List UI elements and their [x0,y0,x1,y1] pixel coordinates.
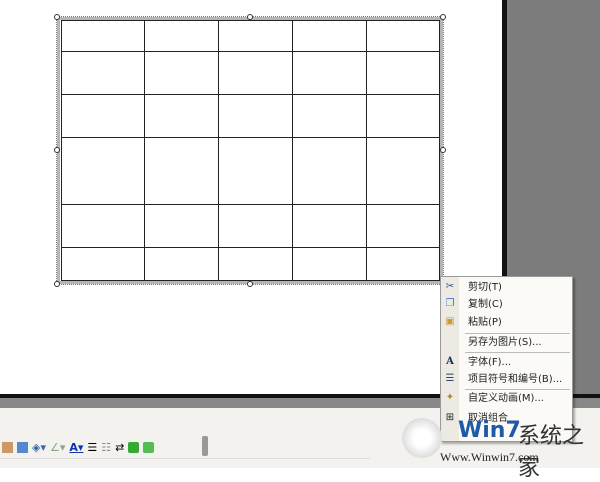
menu-item-cut[interactable]: ✂ 剪切(T) [441,279,574,296]
scissors-icon: ✂ [445,281,455,292]
menu-separator [465,352,570,353]
table-border [61,20,62,281]
font-icon: A [446,356,454,367]
row-line [61,94,440,95]
table-border [439,20,440,281]
row-line [61,137,440,138]
resize-handle[interactable] [54,281,60,287]
secondary-toolbar [0,458,370,468]
resize-handle[interactable] [54,147,60,153]
menu-item-custom-animation[interactable]: ✦ 自定义动画(M)... [441,390,574,407]
column-line [144,20,145,281]
3d-icon[interactable] [143,441,155,453]
column-line [366,20,367,281]
row-line [61,247,440,248]
resize-handle[interactable] [440,14,446,20]
animation-icon: ✦ [445,392,455,403]
watermark-url: Www.Winwin7.com [440,450,539,464]
resize-handle[interactable] [440,147,446,153]
copy-icon: ❐ [445,298,455,309]
menu-item-font[interactable]: A 字体(F)... [441,354,574,371]
shadow-icon[interactable] [128,441,140,453]
column-line [292,20,293,281]
watermark: Win7 系统之家 Www.Winwin7.com [400,410,600,481]
table-border [61,280,440,281]
resize-handle[interactable] [54,14,60,20]
arrow-style-icon[interactable]: ⇄ [115,441,124,454]
resize-handle[interactable] [247,281,253,287]
menu-item-save-as-picture[interactable]: 另存为图片(S)... [441,334,574,351]
line-style-icon[interactable]: ☰ [87,441,97,454]
toolbar-options-button[interactable] [202,436,208,456]
bullets-icon: ☰ [445,373,455,384]
dash-style-icon[interactable]: ☷ [101,441,111,454]
menu-item-paste[interactable]: ▣ 粘贴(P) [441,314,574,331]
table-selection-frame[interactable] [56,16,444,285]
image-icon[interactable] [2,441,13,453]
windows-logo [402,418,442,458]
menu-item-bullets[interactable]: ☰ 项目符号和编号(B)... [441,371,574,388]
fill-color-icon[interactable]: ◈▾ [32,441,46,454]
drawing-toolbar: ◈▾ ∠▾ A▾ ☰ ☷ ⇄ [0,437,208,457]
menu-item-copy[interactable]: ❐ 复制(C) [441,296,574,313]
row-line [61,204,440,205]
line-color-icon[interactable]: ∠▾ [50,441,65,454]
picture-icon[interactable] [17,441,28,453]
column-line [218,20,219,281]
watermark-brand: Win7 [458,418,521,443]
row-line [61,51,440,52]
table-border [61,20,440,21]
font-color-icon[interactable]: A▾ [69,441,83,454]
paste-icon: ▣ [445,316,455,327]
